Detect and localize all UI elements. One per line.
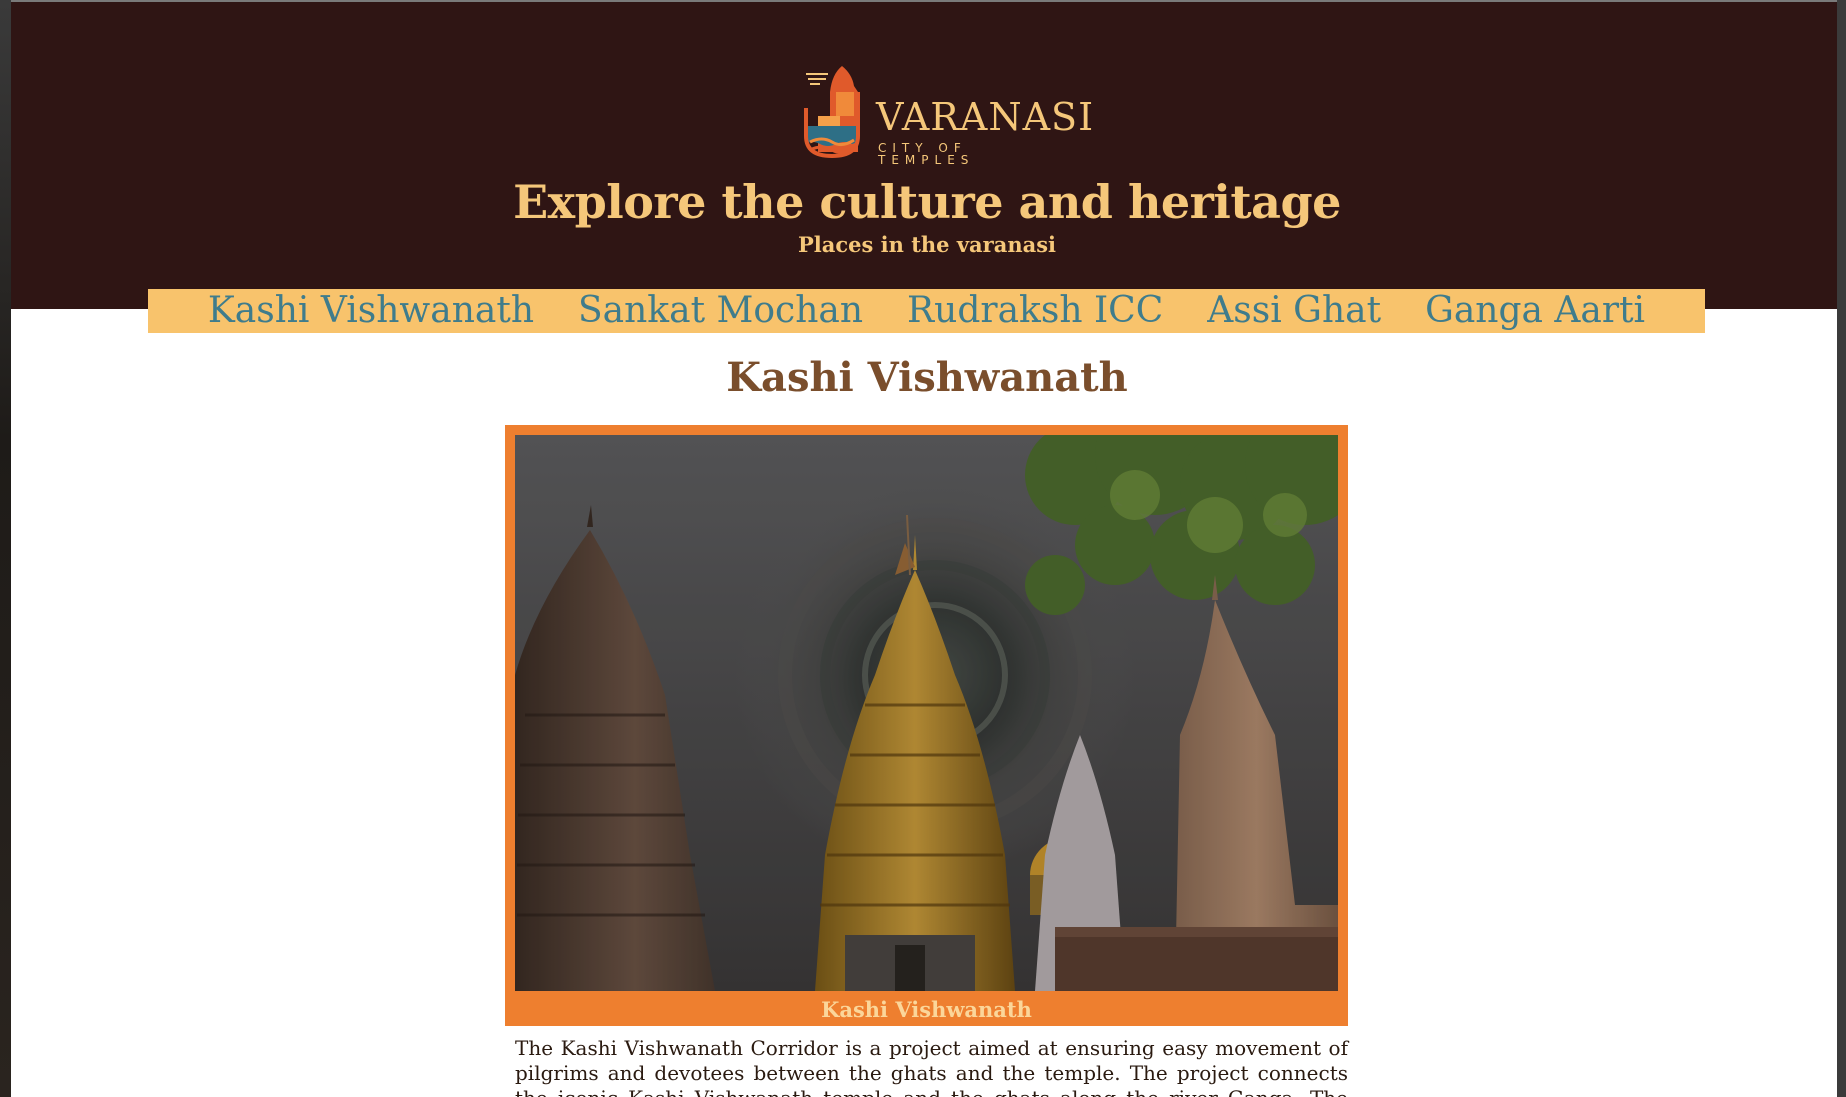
nav-item-ganga-aarti[interactable]: Ganga Aarti (1425, 289, 1645, 333)
logo-wordmark: VARANASI (876, 95, 1095, 139)
places-nav: Kashi Vishwanath Sankat Mochan Rudraksh … (148, 289, 1705, 333)
hero-header: VARANASI CITY OF TEMPLES Explore the cul… (11, 2, 1837, 309)
section-title: Kashi Vishwanath (726, 354, 1128, 401)
site-logo[interactable]: VARANASI CITY OF TEMPLES (792, 56, 1093, 166)
section-description: The Kashi Vishwanath Corridor is a proje… (515, 1036, 1348, 1097)
window-right-edge (1837, 0, 1846, 1097)
nav-item-kashi-vishwanath[interactable]: Kashi Vishwanath (208, 289, 534, 333)
nav-item-sankat-mochan[interactable]: Sankat Mochan (578, 289, 863, 333)
temple-photo (515, 435, 1338, 991)
temple-logo-icon (804, 60, 860, 159)
image-caption: Kashi Vishwanath (821, 997, 1032, 1022)
nav-item-rudraksh-icc[interactable]: Rudraksh ICC (907, 289, 1163, 333)
temple-figure: Kashi Vishwanath (505, 425, 1348, 1026)
window-left-edge (0, 0, 11, 1097)
hero-title: Explore the culture and heritage (513, 175, 1341, 229)
hero-subtitle: Places in the varanasi (797, 232, 1056, 257)
page: VARANASI CITY OF TEMPLES Explore the cul… (11, 2, 1837, 1097)
logo-tagline: CITY OF TEMPLES (878, 141, 975, 167)
nav-item-assi-ghat[interactable]: Assi Ghat (1207, 289, 1381, 333)
